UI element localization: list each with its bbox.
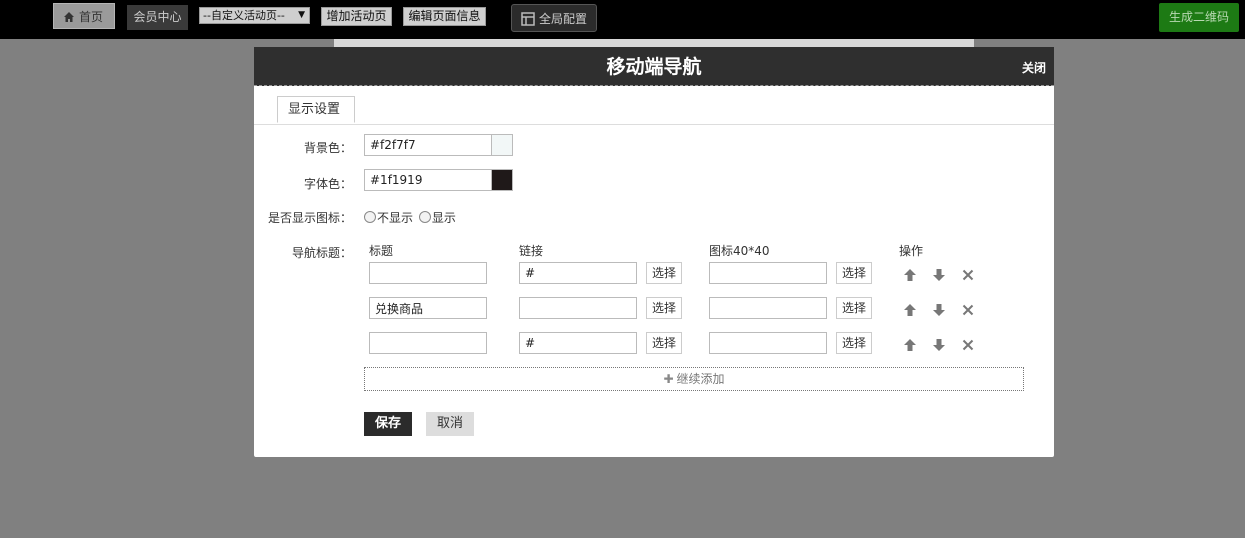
nav-row-1-icon-input[interactable] [709,262,827,284]
bg-color-swatch[interactable] [491,134,513,156]
font-color-label: 字体色： [303,177,352,191]
edit-page-info-button[interactable]: 编辑页面信息 [403,7,486,26]
config-icon [521,12,535,26]
home-button[interactable]: 首页 [53,3,115,29]
col-ops-header: 操作 [899,244,924,258]
radio-hide-icon[interactable] [364,211,376,223]
nav-row-1-link-input[interactable] [519,262,637,284]
mobile-nav-dialog: 移动端导航 关闭 显示设置 背景色： 字体色： 是否显示图标： 不显示 显示 导… [254,47,1054,457]
add-page-button[interactable]: 增加活动页 [321,7,392,26]
move-up-icon[interactable] [903,268,917,282]
radio-show-icon[interactable] [418,211,431,223]
generate-qr-button[interactable]: 生成二维码 [1159,3,1239,32]
radio-hide-label: 不显示 [377,211,414,225]
col-icon-header: 图标40*40 [709,244,770,258]
move-down-icon[interactable] [932,338,946,352]
nav-row-2-icon-input[interactable] [709,297,827,319]
nav-row-2-link-pick-button[interactable]: 选择 [646,297,682,319]
top-toolbar: 首页 会员中心 --自定义活动页-- ▼ 增加活动页 编辑页面信息 全局配置 生… [0,0,1245,39]
font-color-swatch[interactable] [491,169,513,191]
save-button[interactable]: 保存 [364,412,412,436]
bg-color-label: 背景色： [303,141,352,155]
nav-title-label: 导航标题： [291,246,352,260]
move-up-icon[interactable] [903,338,917,352]
page-select[interactable]: --自定义活动页-- ▼ [199,7,310,24]
nav-row-1-title-input[interactable] [369,262,487,284]
move-down-icon[interactable] [932,268,946,282]
radio-show-label: 显示 [431,211,456,225]
nav-row-3-title-input[interactable] [369,332,487,354]
nav-row-2-icon-pick-button[interactable]: 选择 [836,297,872,319]
add-more-label: 继续添加 [676,372,725,386]
caret-down-icon: ▼ [298,10,305,20]
add-more-button[interactable]: ✚ 继续添加 [364,367,1024,391]
nav-row-2-link-input[interactable] [519,297,637,319]
move-down-icon[interactable] [932,303,946,317]
dialog-header: 移动端导航 关闭 [254,47,1054,86]
home-icon [64,12,74,22]
font-color-input[interactable] [364,169,492,191]
nav-row-1-icon-pick-button[interactable]: 选择 [836,262,872,284]
delete-icon[interactable] [961,338,975,352]
cancel-button[interactable]: 取消 [426,412,474,436]
delete-icon[interactable] [961,303,975,317]
delete-icon[interactable] [961,268,975,282]
nav-row-3-icon-input[interactable] [709,332,827,354]
page-select-value: --自定义活动页-- [203,9,285,22]
nav-row-1-link-pick-button[interactable]: 选择 [646,262,682,284]
close-button[interactable]: 关闭 [1022,59,1046,76]
nav-row-2-title-input[interactable] [369,297,487,319]
col-link-header: 链接 [519,244,544,258]
global-config-label: 全局配置 [539,12,588,26]
show-icon-label: 是否显示图标： [267,211,352,225]
member-center-button[interactable]: 会员中心 [127,5,188,30]
global-config-button[interactable]: 全局配置 [511,4,597,32]
show-icon-radio-group: 不显示 显示 [364,209,456,226]
move-up-icon[interactable] [903,303,917,317]
nav-row-3-icon-pick-button[interactable]: 选择 [836,332,872,354]
nav-row-3-link-pick-button[interactable]: 选择 [646,332,682,354]
bg-color-input[interactable] [364,134,492,156]
col-title-header: 标题 [369,244,394,258]
nav-row-3-link-input[interactable] [519,332,637,354]
tab-display-settings[interactable]: 显示设置 [277,96,355,123]
plus-icon: ✚ [663,372,674,386]
home-label: 首页 [79,10,104,24]
dialog-title: 移动端导航 [606,56,702,78]
tab-bar: 显示设置 [254,86,1054,125]
